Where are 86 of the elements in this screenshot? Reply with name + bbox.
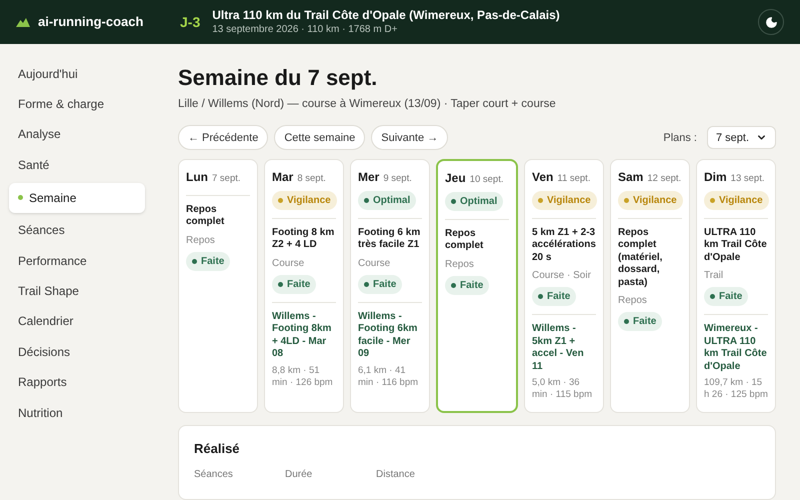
week-nav-button[interactable]: Suivante → [371, 125, 448, 150]
sidebar-item[interactable]: Rapports [9, 370, 145, 395]
race-details: 13 septembre 2026 · 110 km · 1768 m D+ [212, 23, 398, 36]
session-meta: Repos [445, 258, 475, 272]
readiness-badge: Vigilance [272, 190, 337, 210]
sidebar-item[interactable]: Analyse [9, 122, 145, 148]
day-card[interactable]: Sam 12 sept. Vigilance Repos complet (matériel, dossard, pasta) Repos Faite [610, 159, 690, 414]
activity-stats: 6,1 km · 41 min · 116 bpm [358, 364, 420, 388]
day-card[interactable]: Jeu 10 sept. Optimal Repos complet Repos Faite [436, 159, 518, 414]
day-name: Ven [532, 169, 554, 186]
day-name: Lun [186, 169, 208, 186]
done-badge: Faite [532, 287, 576, 306]
session-title: Repos complet [445, 228, 484, 252]
activity-stats: 5,0 km · 36 min · 115 bpm [532, 377, 594, 401]
session-meta: Course · Soir [532, 269, 592, 283]
session-meta: Trail [704, 269, 724, 283]
day-date: 7 sept. [212, 172, 241, 186]
readiness-badge: Vigilance [618, 190, 683, 210]
day-name: Mer [358, 169, 380, 186]
activity-title[interactable]: Willems - Footing 8km + 4LD - Mar 08 [272, 310, 336, 360]
done-badge: Faite [445, 276, 490, 294]
sidebar-item[interactable]: Décisions [9, 339, 145, 365]
race-title: Ultra 110 km du Trail Côte d'Opale (Wimereux, Pas-de-Calais) [212, 8, 560, 23]
session-meta: Course [272, 256, 306, 270]
day-date: 9 sept. [383, 172, 412, 186]
session-meta: Course [358, 256, 392, 270]
done-badge: Faite [618, 312, 662, 331]
session-title: Footing 8 km Z2 + 4 LD [272, 226, 336, 252]
sidebar-item[interactable]: Semaine [9, 182, 145, 213]
day-card[interactable]: Lun 7 sept. Repos complet Repos Faite [178, 159, 258, 414]
page-title: Semaine du 7 sept. [178, 64, 378, 92]
day-name: Sam [618, 169, 644, 186]
sidebar-item[interactable]: Calendrier [9, 308, 145, 334]
summary-title: Réalisé [194, 440, 241, 458]
day-name: Jeu [445, 170, 466, 188]
session-title: Footing 6 km très facile Z1 [358, 226, 422, 252]
done-badge: Faite [358, 274, 402, 294]
session-title: 5 km Z1 + 2-3 accélérations 20 s [532, 226, 596, 264]
day-card[interactable]: Ven 11 sept. Vigilance 5 km Z1 + 2-3 accélérations 20 s Course · Soir Faite Willems - 5km Z1 + accel - Ven 11 5,0 km · 36 min · 115 bpm [524, 159, 604, 414]
day-date: 11 sept. [557, 172, 590, 186]
sidebar-item[interactable]: Performance [9, 248, 145, 274]
page-subtitle: Lille / Willems (Nord) — course à Wimereux (13/09) · Taper court + course [178, 97, 557, 112]
day-card[interactable]: Dim 13 sept. Vigilance ULTRA 110 km Trail Côte d'Opale Trail Faite Wimereux - ULTRA 110 km Trail Côte d'Opale 109,7 km · 15 h 26 · 125 bpm [696, 159, 776, 414]
readiness-badge: Vigilance [704, 190, 769, 210]
day-name: Dim [704, 169, 727, 186]
session-meta: Repos [186, 234, 216, 248]
session-title: ULTRA 110 km Trail Côte d'Opale [704, 226, 768, 264]
sidebar-item[interactable]: Nutrition [9, 400, 145, 426]
session-meta: Repos [618, 294, 648, 308]
day-card[interactable]: Mar 8 sept. Vigilance Footing 8 km Z2 + 4 LD Course Faite Willems - Footing 8km + 4LD - Mar 08 8,8 km · 51 min · 126 bpm [264, 159, 344, 414]
activity-stats: 8,8 km · 51 min · 126 bpm [272, 364, 334, 388]
summary-label: Durée [285, 468, 314, 482]
mountain-logo-icon [16, 18, 30, 26]
day-date: 13 sept. [730, 172, 764, 186]
readiness-badge: Optimal [445, 192, 504, 210]
session-title: Repos complet (matériel, dossard, pasta) [618, 226, 664, 289]
day-date: 12 sept. [647, 172, 682, 186]
activity-title[interactable]: Wimereux - ULTRA 110 km Trail Côte d'Opale [704, 323, 768, 373]
sidebar-item[interactable]: Séances [9, 218, 145, 243]
activity-title[interactable]: Willems - 5km Z1 + accel - Ven 11 [532, 323, 596, 373]
readiness-badge: Optimal [358, 190, 416, 210]
done-badge: Faite [186, 252, 230, 270]
day-card[interactable]: Mer 9 sept. Optimal Footing 6 km très facile Z1 Course Faite Willems - Footing 6km facile - Mer 09 6,1 km · 41 min · 116 bpm [350, 159, 430, 414]
summary-label: Séances [194, 468, 234, 482]
summary-label: Distance [376, 468, 416, 482]
day-date: 10 sept. [470, 173, 504, 188]
plans-select[interactable]: 7 sept. [707, 126, 776, 150]
moon-icon [764, 16, 778, 28]
done-badge: Faite [704, 287, 748, 306]
sidebar-item[interactable]: Aujourd'hui [9, 61, 145, 86]
day-date: 8 sept. [297, 172, 326, 186]
week-nav-button[interactable]: ← Précédente [178, 125, 268, 150]
session-title: Repos complet [186, 204, 226, 228]
day-name: Mar [272, 169, 294, 186]
plans-label: Plans : [663, 130, 697, 146]
activity-title[interactable]: Willems - Footing 6km facile - Mer 09 [358, 310, 422, 360]
theme-toggle-button[interactable] [758, 9, 784, 35]
sidebar-item[interactable]: Trail Shape [9, 278, 145, 304]
week-nav-button[interactable]: Cette semaine [274, 125, 366, 150]
done-badge: Faite [272, 274, 316, 294]
countdown: J-3 [180, 12, 200, 32]
sidebar-item[interactable]: Santé [9, 152, 145, 178]
app-name: ai-running-coach [38, 13, 144, 32]
sidebar-item[interactable]: Forme & charge [9, 91, 145, 117]
activity-stats: 109,7 km · 15 h 26 · 125 bpm [704, 377, 768, 401]
readiness-badge: Vigilance [532, 190, 597, 210]
